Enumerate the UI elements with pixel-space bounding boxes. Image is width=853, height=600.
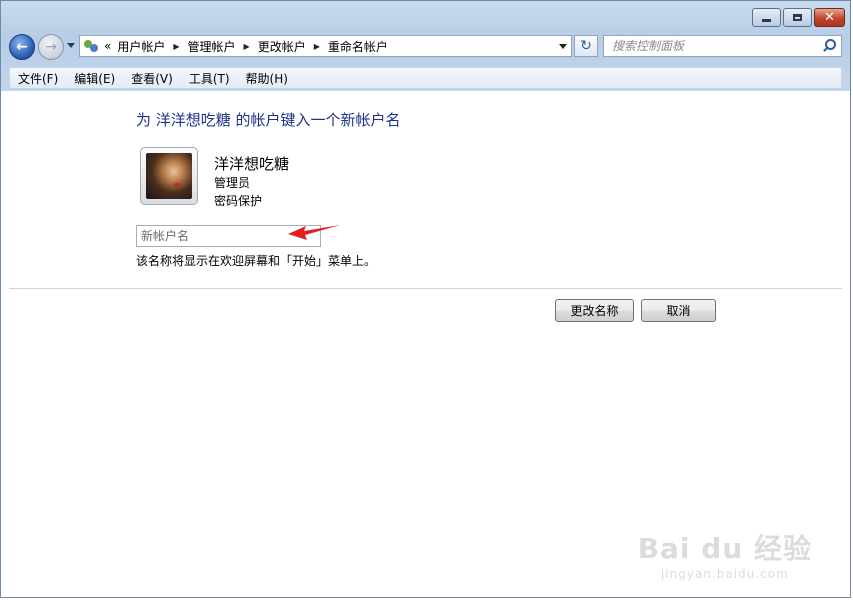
watermark-logo-text: Bai du 经验 bbox=[637, 532, 812, 565]
red-arrow-annotation bbox=[288, 225, 340, 240]
chevron-right-icon[interactable]: ▶ bbox=[173, 42, 179, 51]
main-content: 为 洋洋想吃糖 的帐户键入一个新帐户名 洋洋想吃糖 管理员 密码保护 该名称将显… bbox=[9, 91, 842, 591]
account-name: 洋洋想吃糖 bbox=[214, 155, 290, 173]
chevron-right-icon[interactable]: ▶ bbox=[244, 42, 250, 51]
change-name-button[interactable]: 更改名称 bbox=[555, 299, 634, 322]
menu-bar: 文件(F) 编辑(E) 查看(V) 工具(T) 帮助(H) bbox=[9, 67, 842, 89]
watermark-url: jingyan.baidu.com bbox=[660, 567, 789, 581]
account-password-status: 密码保护 bbox=[214, 194, 263, 208]
address-bar[interactable]: « 用户帐户 ▶ 管理帐户 ▶ 更改帐户 ▶ 重命名帐户 bbox=[79, 35, 572, 57]
menu-help[interactable]: 帮助(H) bbox=[238, 70, 296, 87]
navigation-bar: ← → « 用户帐户 ▶ 管理帐户 ▶ 更改帐户 ▶ 重命名帐户 ↻ bbox=[9, 33, 842, 61]
separator bbox=[9, 288, 842, 289]
baidu-watermark: Bai du 经验 jingyan.baidu.com bbox=[638, 527, 812, 581]
back-arrow-icon: ← bbox=[16, 39, 28, 55]
avatar bbox=[140, 147, 198, 205]
recent-pages-dropdown[interactable] bbox=[67, 43, 75, 48]
forward-button[interactable]: → bbox=[38, 34, 64, 60]
minimize-icon bbox=[762, 19, 771, 22]
menu-tools[interactable]: 工具(T) bbox=[181, 70, 238, 87]
refresh-button[interactable]: ↻ bbox=[574, 35, 598, 57]
maximize-button[interactable] bbox=[783, 8, 812, 27]
breadcrumb: 用户帐户 ▶ 管理帐户 ▶ 更改帐户 ▶ 重命名帐户 bbox=[117, 38, 388, 55]
chevron-right-icon[interactable]: ▶ bbox=[314, 42, 320, 51]
breadcrumb-change-account[interactable]: 更改帐户 bbox=[258, 38, 306, 55]
control-panel-window: ✕ ← → « 用户帐户 ▶ 管理帐户 ▶ 更改帐户 ▶ 重命名帐户 ↻ 搜索控… bbox=[0, 0, 851, 598]
users-icon bbox=[83, 38, 99, 54]
breadcrumb-user-accounts[interactable]: 用户帐户 bbox=[117, 38, 165, 55]
page-title: 为 洋洋想吃糖 的帐户键入一个新帐户名 bbox=[136, 111, 401, 129]
close-icon: ✕ bbox=[824, 10, 835, 25]
breadcrumb-overflow[interactable]: « bbox=[104, 39, 111, 53]
menu-view[interactable]: 查看(V) bbox=[123, 70, 181, 87]
refresh-icon: ↻ bbox=[580, 38, 592, 54]
window-frame: ✕ ← → « 用户帐户 ▶ 管理帐户 ▶ 更改帐户 ▶ 重命名帐户 ↻ 搜索控… bbox=[1, 1, 850, 91]
search-input[interactable] bbox=[604, 38, 821, 54]
minimize-button[interactable] bbox=[752, 8, 781, 27]
user-picture bbox=[146, 153, 192, 199]
menu-edit[interactable]: 编辑(E) bbox=[66, 70, 123, 87]
menu-file[interactable]: 文件(F) bbox=[10, 70, 66, 87]
search-box bbox=[603, 35, 842, 57]
caption-buttons: ✕ bbox=[752, 8, 845, 27]
forward-arrow-icon: → bbox=[45, 39, 57, 55]
address-dropdown-icon[interactable] bbox=[559, 44, 567, 49]
search-icon[interactable] bbox=[821, 38, 837, 54]
close-button[interactable]: ✕ bbox=[814, 8, 845, 27]
breadcrumb-rename-account[interactable]: 重命名帐户 bbox=[328, 38, 388, 55]
name-hint-text: 该名称将显示在欢迎屏幕和「开始」菜单上。 bbox=[136, 254, 377, 268]
back-button[interactable]: ← bbox=[9, 34, 35, 60]
breadcrumb-manage-accounts[interactable]: 管理帐户 bbox=[188, 38, 236, 55]
maximize-icon bbox=[793, 14, 802, 21]
account-type: 管理员 bbox=[214, 176, 251, 190]
cancel-button[interactable]: 取消 bbox=[641, 299, 716, 322]
